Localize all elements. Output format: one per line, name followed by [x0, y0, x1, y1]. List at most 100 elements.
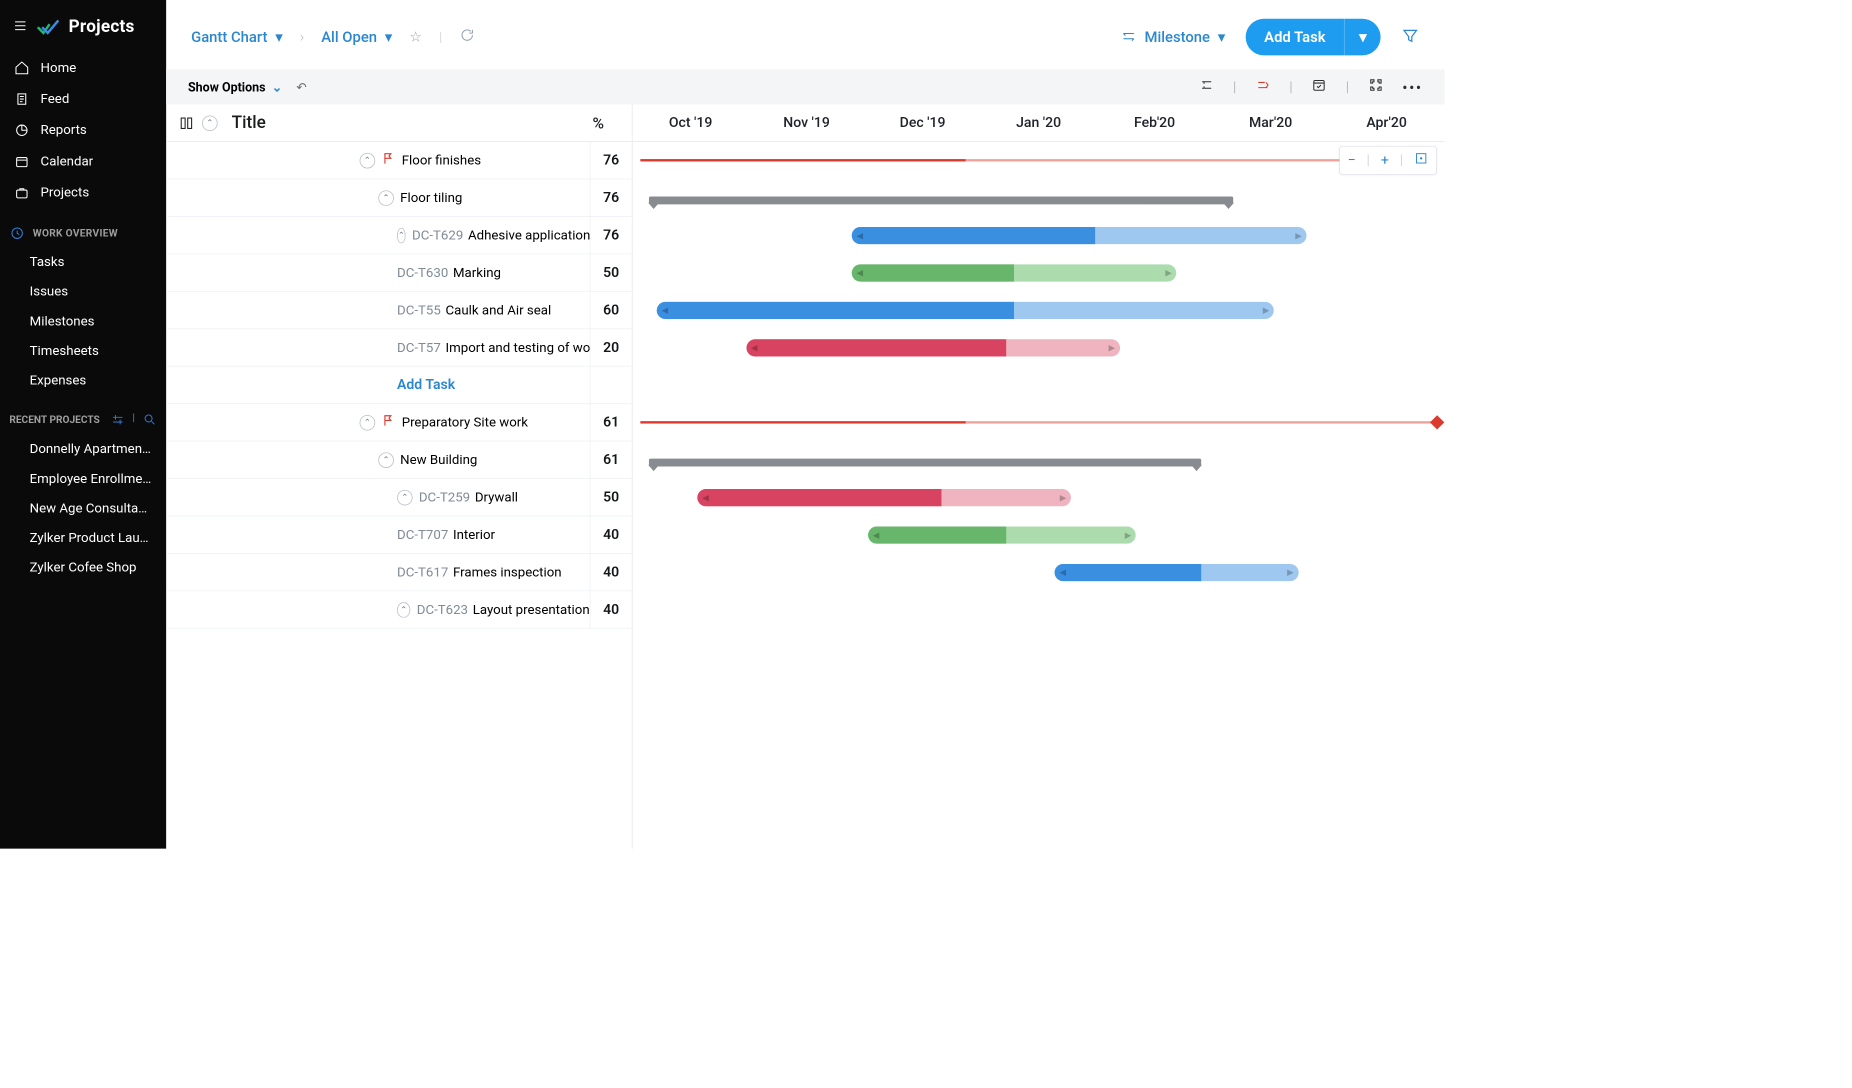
filter-icon[interactable] [1401, 26, 1420, 48]
gantt-row[interactable]: ⌃ Preparatory Site work61 [166, 404, 632, 441]
nav-reports[interactable]: Reports [0, 115, 166, 146]
milestone-diamond-icon[interactable] [1430, 415, 1444, 429]
gantt-row[interactable]: DC-T707 Interior40 [166, 516, 632, 553]
gantt-row[interactable]: ⌃DC-T623 Layout presentation40 [166, 591, 632, 628]
view-selector[interactable]: Gantt Chart▾ [191, 28, 283, 46]
recent-project[interactable]: Zylker Product Launch [0, 523, 166, 553]
bar-handle-left[interactable]: ◀ [662, 305, 669, 315]
nav-home[interactable]: Home [0, 52, 166, 83]
work-item[interactable]: Tasks [0, 247, 166, 277]
more-icon[interactable]: ••• [1402, 78, 1422, 97]
gantt-row[interactable]: ⌃ Floor finishes76 [166, 142, 632, 179]
expander-icon[interactable]: ⌃ [378, 452, 394, 468]
expander-icon[interactable]: ⌃ [397, 602, 410, 618]
task-bar[interactable]: ◀▶ [852, 264, 1177, 281]
zoom-fit[interactable] [1414, 151, 1428, 169]
show-options[interactable]: Show Options⌄ [188, 80, 282, 95]
nav-label: Calendar [41, 154, 94, 170]
recent-project[interactable]: New Age Consultancy [0, 494, 166, 524]
zoom-in[interactable]: + [1381, 152, 1389, 168]
feed-icon [14, 91, 30, 107]
collapse-icon[interactable] [1198, 77, 1214, 97]
today-marker-icon[interactable] [1255, 77, 1271, 97]
bar-handle-right[interactable]: ▶ [1263, 305, 1270, 315]
nav-label: Home [41, 60, 77, 76]
month-label: Feb'20 [1097, 115, 1213, 131]
task-bar[interactable]: ◀▶ [657, 302, 1274, 319]
nav-calendar[interactable]: Calendar [0, 146, 166, 177]
gantt-row[interactable]: DC-T55 Caulk and Air seal60 [166, 292, 632, 329]
star-icon[interactable]: ☆ [409, 29, 422, 45]
bar-handle-left[interactable]: ◀ [1059, 567, 1066, 577]
gantt-row[interactable]: Add Task [166, 367, 632, 404]
options-bar: Show Options⌄ ↶ | | | ••• [166, 69, 1444, 104]
work-item[interactable]: Timesheets [0, 336, 166, 366]
expander-icon[interactable]: ⌃ [378, 190, 394, 206]
bar-handle-left[interactable]: ◀ [702, 493, 709, 503]
gantt-timeline[interactable]: Oct '19Nov '19Dec '19Jan '20Feb'20Mar'20… [633, 105, 1445, 849]
search-icon[interactable] [143, 413, 157, 427]
bar-handle-right[interactable]: ▶ [1287, 567, 1294, 577]
work-item[interactable]: Milestones [0, 307, 166, 337]
add-task-link[interactable]: Add Task [397, 377, 455, 393]
filter-selector[interactable]: All Open▾ [321, 28, 392, 46]
recent-project[interactable]: Zylker Cofee Shop [0, 553, 166, 583]
add-task-button[interactable]: Add Task ▾ [1245, 19, 1380, 56]
bar-handle-left[interactable]: ◀ [873, 530, 880, 540]
gantt-row[interactable]: ⌃ Floor tiling76 [166, 179, 632, 216]
bar-handle-right[interactable]: ▶ [1295, 230, 1302, 240]
task-percent: 40 [590, 516, 632, 553]
recent-project[interactable]: Donnelly Apartments [0, 434, 166, 464]
nav-label: Projects [41, 185, 90, 201]
expander-icon[interactable]: ⌃ [397, 227, 406, 243]
zoom-out[interactable]: − [1348, 152, 1356, 168]
milestone-dropdown[interactable]: Milestone ▾ [1121, 28, 1225, 46]
nav-label: Reports [41, 122, 87, 138]
add-task-label: Add Task [1245, 19, 1344, 56]
gantt-row[interactable]: DC-T617 Frames inspection40 [166, 554, 632, 591]
group-bar[interactable] [649, 197, 1234, 205]
month-label: Jan '20 [981, 115, 1097, 131]
expander-icon[interactable]: ⌃ [397, 489, 413, 505]
nav-primary: Home Feed Reports Calendar Projects [0, 52, 166, 208]
nav-feed[interactable]: Feed [0, 83, 166, 114]
bar-handle-right[interactable]: ▶ [1108, 343, 1115, 353]
gantt-row[interactable]: ⌃ New Building61 [166, 441, 632, 478]
gantt-row[interactable]: ⌃DC-T629 Adhesive application76 [166, 217, 632, 254]
bar-handle-left[interactable]: ◀ [856, 268, 863, 278]
undo-icon[interactable]: ↶ [296, 80, 306, 95]
sliders-icon[interactable] [111, 413, 125, 427]
logo-icon [36, 18, 61, 37]
nav-projects[interactable]: Projects [0, 177, 166, 208]
gantt-row[interactable]: DC-T57 Import and testing of woo..20 [166, 329, 632, 366]
calendar-today-icon[interactable] [1311, 77, 1327, 97]
bar-handle-right[interactable]: ▶ [1165, 268, 1172, 278]
refresh-icon[interactable] [459, 27, 475, 47]
gantt-row[interactable]: DC-T630 Marking50 [166, 254, 632, 291]
group-bar[interactable] [649, 459, 1201, 467]
gantt-row[interactable]: ⌃DC-T259 Drywall50 [166, 479, 632, 516]
task-bar[interactable]: ◀▶ [868, 527, 1136, 544]
expander-icon[interactable]: ⌃ [360, 152, 376, 168]
bar-handle-right[interactable]: ▶ [1125, 530, 1132, 540]
task-bar[interactable]: ◀▶ [746, 339, 1120, 356]
bar-row [633, 441, 1445, 478]
work-item[interactable]: Expenses [0, 366, 166, 396]
task-bar[interactable]: ◀▶ [1055, 564, 1299, 581]
expander-icon[interactable]: ⌃ [360, 415, 376, 431]
menu-icon[interactable] [12, 18, 28, 37]
task-bar[interactable]: ◀▶ [852, 227, 1307, 244]
bar-handle-left[interactable]: ◀ [856, 230, 863, 240]
recent-project[interactable]: Employee Enrollment [0, 464, 166, 494]
bar-handle-left[interactable]: ◀ [751, 343, 758, 353]
columns-icon[interactable] [179, 115, 195, 131]
bar-handle-right[interactable]: ▶ [1060, 493, 1067, 503]
fullscreen-icon[interactable] [1368, 77, 1384, 97]
chevron-down-icon: ▾ [1218, 28, 1225, 46]
add-task-dropdown[interactable]: ▾ [1344, 19, 1380, 56]
milestone-flag-icon [381, 151, 395, 169]
recent-header: RECENT PROJECTS | [0, 413, 166, 435]
task-bar[interactable]: ◀▶ [698, 489, 1072, 506]
collapse-all-icon[interactable]: ⌃ [202, 115, 218, 131]
work-item[interactable]: Issues [0, 277, 166, 307]
